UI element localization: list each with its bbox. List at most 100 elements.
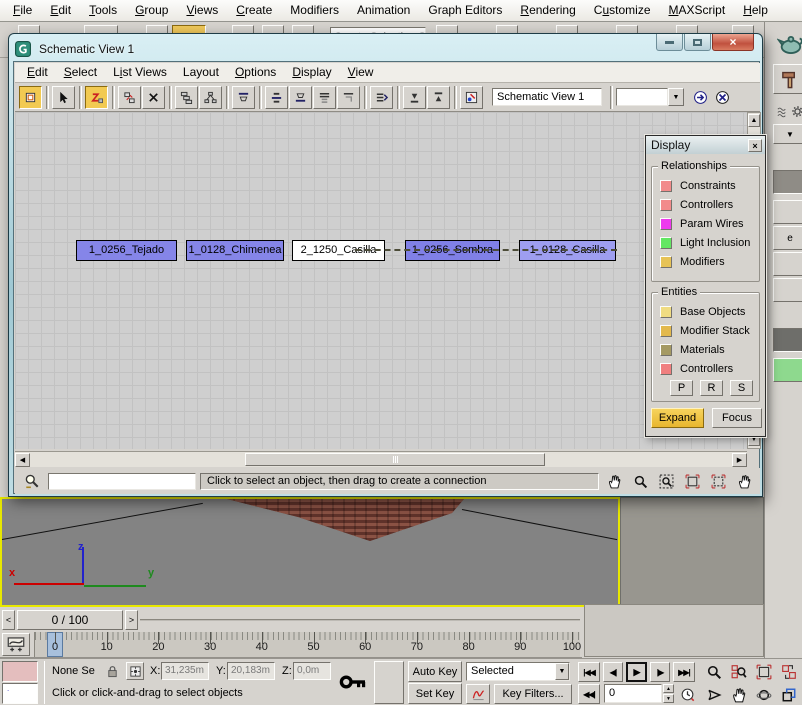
set-keys-button[interactable] — [374, 661, 404, 704]
panel-button[interactable] — [773, 200, 802, 224]
frame-spinner-down[interactable]: ▼ — [663, 694, 674, 703]
sv-zoom-button[interactable] — [629, 471, 651, 491]
secondary-viewport[interactable] — [620, 497, 764, 607]
prs-button-s[interactable]: S — [730, 380, 753, 396]
menu-file[interactable]: File — [4, 2, 41, 19]
prs-button-p[interactable]: P — [670, 380, 693, 396]
panel-icons[interactable] — [773, 100, 802, 122]
pan-to-bookmark-icon[interactable] — [690, 87, 710, 107]
time-configuration-button[interactable] — [678, 684, 696, 704]
current-frame-field[interactable]: 0 — [604, 684, 662, 703]
key-filters-button[interactable]: Key Filters... — [494, 684, 572, 704]
schematic-node-1-0128-chimenea[interactable]: 1_0128_Chimenea — [186, 240, 284, 261]
track-bar-ruler[interactable]: 0102030405060708090100 — [34, 632, 580, 657]
unlink-selected-button[interactable] — [118, 86, 141, 109]
focus-button[interactable]: Focus — [712, 408, 762, 428]
rollout-dropdown-button[interactable]: ▼ — [773, 124, 802, 144]
close-button[interactable]: × — [712, 34, 754, 51]
scroll-left-arrow[interactable]: ◀ — [15, 453, 30, 467]
expand-selected-button[interactable] — [403, 86, 426, 109]
ent-materials-toggle[interactable] — [660, 344, 672, 356]
panel-button[interactable]: e — [773, 226, 802, 250]
menu-customize[interactable]: Customize — [585, 2, 660, 19]
bookmark-dropdown[interactable] — [616, 88, 668, 106]
sv-zoom-region-button[interactable] — [655, 471, 677, 491]
time-slider-next-button[interactable]: > — [125, 610, 138, 630]
sv-menu-view[interactable]: View — [340, 64, 382, 81]
restore-button[interactable] — [684, 34, 711, 51]
schematic-canvas[interactable]: 1_0256_Tejado1_0128_Chimenea2_1250_Casil… — [15, 112, 747, 449]
selection-lock-icon[interactable] — [104, 662, 120, 680]
view-name-field[interactable]: Schematic View 1 — [492, 88, 602, 106]
field-of-view-button[interactable] — [702, 684, 725, 705]
menu-help[interactable]: Help — [734, 2, 777, 19]
free-all-button[interactable] — [313, 86, 336, 109]
selection-filter-dropdown-arrow[interactable]: ▼ — [555, 663, 569, 680]
zoom-button[interactable] — [702, 661, 725, 682]
auto-key-button[interactable]: Auto Key — [408, 661, 462, 682]
utilities-tab-hammer-icon[interactable] — [773, 64, 802, 94]
x-coord-field[interactable]: 31,235m — [161, 662, 209, 680]
display-floater-toggle[interactable] — [19, 86, 42, 109]
maxscript-listener-pane[interactable]: . — [2, 683, 38, 704]
menu-rendering[interactable]: Rendering — [511, 2, 584, 19]
sv-menu-options[interactable]: Options — [227, 64, 284, 81]
key-mode-toggle-button[interactable]: ◀◀| — [578, 684, 600, 704]
goto-end-button[interactable]: ▶▶| — [673, 662, 695, 682]
sv-menu-display[interactable]: Display — [284, 64, 339, 81]
menu-group[interactable]: Group — [126, 2, 177, 19]
macro-recorder-pane[interactable] — [2, 661, 38, 682]
expand-button[interactable]: Expand — [651, 408, 704, 428]
menu-modifiers[interactable]: Modifiers — [281, 2, 348, 19]
delete-objects-button[interactable] — [142, 86, 165, 109]
references-mode-button[interactable] — [199, 86, 222, 109]
schematic-horizontal-scrollbar[interactable]: ◀ ▶ — [15, 451, 747, 467]
ent-base-objects-toggle[interactable] — [660, 306, 672, 318]
active-viewport[interactable]: z x y — [0, 497, 620, 607]
rel-light-inclusion-toggle[interactable] — [660, 237, 672, 249]
select-tool-button[interactable] — [52, 86, 75, 109]
sv-menu-layout[interactable]: Layout — [175, 64, 227, 81]
name-filter-input[interactable] — [48, 473, 196, 490]
arc-rotate-button[interactable] — [752, 684, 775, 705]
play-button[interactable]: ▶ — [626, 662, 647, 682]
rel-param-wires-toggle[interactable] — [660, 218, 672, 230]
sv-zoom-extents-selected-button[interactable] — [707, 471, 729, 491]
menu-maxscript[interactable]: MAXScript — [660, 2, 735, 19]
sv-zoom-extents-button[interactable] — [681, 471, 703, 491]
display-floater-close-icon[interactable]: × — [748, 139, 762, 152]
gear-icon[interactable] — [791, 105, 802, 118]
frame-spinner-up[interactable]: ▲ — [663, 684, 674, 693]
menu-create[interactable]: Create — [227, 2, 281, 19]
pan-button[interactable] — [727, 684, 750, 705]
set-keys-key-icon[interactable] — [336, 665, 370, 699]
rel-modifiers-toggle[interactable] — [660, 256, 672, 268]
rel-controllers-toggle[interactable] — [660, 199, 672, 211]
menu-edit[interactable]: Edit — [41, 2, 80, 19]
absolute-mode-toggle[interactable] — [126, 662, 144, 680]
default-in-out-tangents-button[interactable] — [466, 684, 490, 704]
ent-modifier-stack-toggle[interactable] — [660, 325, 672, 337]
scroll-up-arrow[interactable]: ▲ — [748, 114, 760, 127]
sv-pan-button[interactable] — [603, 471, 625, 491]
find-object-icon[interactable] — [20, 471, 44, 491]
scroll-thumb[interactable] — [245, 453, 545, 466]
sv-menu-list-views[interactable]: List Views — [105, 64, 175, 81]
delete-bookmark-icon[interactable] — [712, 87, 732, 107]
menu-tools[interactable]: Tools — [80, 2, 126, 19]
next-frame-button[interactable]: |▶ — [650, 662, 670, 682]
free-selected-button[interactable] — [337, 86, 360, 109]
zoom-extents-button[interactable] — [752, 661, 775, 682]
panel-swatch[interactable] — [773, 328, 802, 352]
time-slider-frame-button[interactable]: 0 / 100 — [17, 610, 123, 630]
connect-tool-button[interactable] — [85, 86, 108, 109]
arrange-selected-button[interactable] — [289, 86, 312, 109]
zoom-extents-all-button[interactable] — [777, 661, 800, 682]
sv-pan-interactive-button[interactable] — [733, 471, 755, 491]
sv-menu-select[interactable]: Select — [56, 64, 105, 81]
waves-icon[interactable] — [776, 105, 789, 118]
schematic-node-1-0256-tejado[interactable]: 1_0256_Tejado — [76, 240, 177, 261]
maximize-viewport-toggle[interactable] — [777, 684, 800, 705]
prs-button-r[interactable]: R — [700, 380, 723, 396]
time-slider-prev-button[interactable]: < — [2, 610, 15, 630]
